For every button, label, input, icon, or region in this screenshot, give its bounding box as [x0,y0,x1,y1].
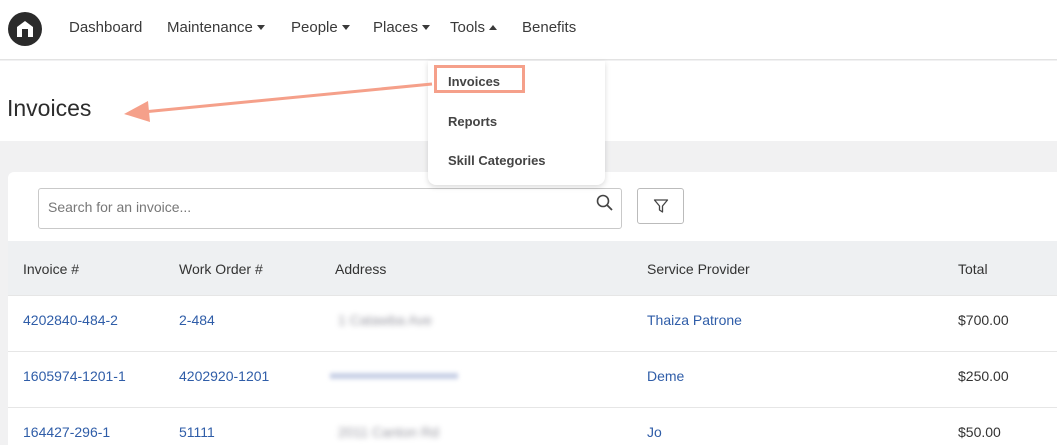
annotation-arrow [124,82,433,122]
